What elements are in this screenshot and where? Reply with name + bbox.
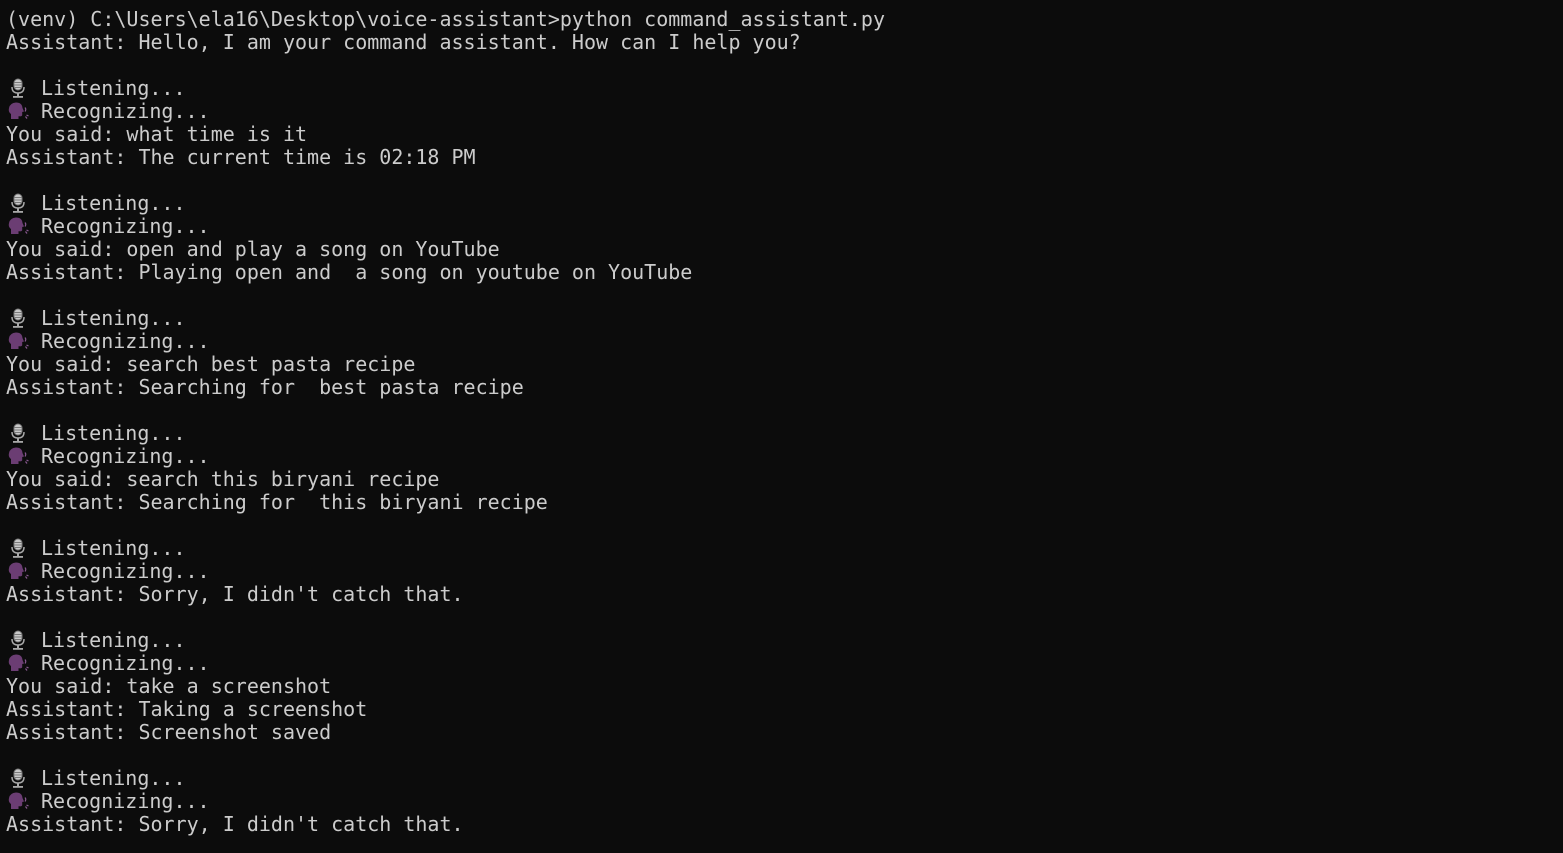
line-text: Assistant: Playing open and a song on yo…: [6, 260, 693, 284]
line-text: (venv) C:\Users\ela16\Desktop\voice-assi…: [6, 7, 885, 31]
status-line: Recognizing...: [6, 445, 1563, 468]
line-text: Recognizing...: [41, 99, 210, 123]
line-text: Listening...: [41, 191, 186, 215]
output-line: (venv) C:\Users\ela16\Desktop\voice-assi…: [6, 8, 1563, 31]
speaking-head-icon: [6, 446, 30, 466]
line-text: Assistant: Hello, I am your command assi…: [6, 30, 801, 54]
output-line: Assistant: Searching for this biryani re…: [6, 491, 1563, 514]
line-text: Recognizing...: [41, 651, 210, 675]
output-line: Assistant: The current time is 02:18 PM: [6, 146, 1563, 169]
output-line: Assistant: Sorry, I didn't catch that.: [6, 583, 1563, 606]
line-text: Recognizing...: [41, 214, 210, 238]
status-line: Recognizing...: [6, 560, 1563, 583]
output-line: Assistant: Hello, I am your command assi…: [6, 31, 1563, 54]
line-text: Listening...: [41, 76, 186, 100]
status-line: Listening...: [6, 629, 1563, 652]
line-text: Listening...: [41, 628, 186, 652]
output-line: Assistant: Searching for best pasta reci…: [6, 376, 1563, 399]
status-line: Recognizing...: [6, 330, 1563, 353]
status-line: Listening...: [6, 77, 1563, 100]
speaking-head-icon: [6, 791, 30, 811]
output-line: You said: take a screenshot: [6, 675, 1563, 698]
status-line: Listening...: [6, 307, 1563, 330]
line-text: Listening...: [41, 421, 186, 445]
speaking-head-icon: [6, 331, 30, 351]
output-line: Assistant: Sorry, I didn't catch that.: [6, 813, 1563, 836]
line-text: You said: what time is it: [6, 122, 308, 146]
output-line: You said: open and play a song on YouTub…: [6, 238, 1563, 261]
line-text: Assistant: Searching for this biryani re…: [6, 490, 548, 514]
microphone-icon: [6, 193, 30, 213]
line-text: Recognizing...: [41, 559, 210, 583]
microphone-icon: [6, 538, 30, 558]
output-line: Assistant: Screenshot saved: [6, 721, 1563, 744]
line-text: Recognizing...: [41, 329, 210, 353]
status-line: Listening...: [6, 537, 1563, 560]
speaking-head-icon: [6, 216, 30, 236]
line-text: Assistant: Taking a screenshot: [6, 697, 368, 721]
line-text: Assistant: Sorry, I didn't catch that.: [6, 812, 464, 836]
status-line: Recognizing...: [6, 790, 1563, 813]
line-text: Recognizing...: [41, 789, 210, 813]
status-line: Listening...: [6, 767, 1563, 790]
line-text: You said: search best pasta recipe: [6, 352, 416, 376]
status-line: Listening...: [6, 422, 1563, 445]
output-line: Assistant: Taking a screenshot: [6, 698, 1563, 721]
line-text: Assistant: Screenshot saved: [6, 720, 332, 744]
microphone-icon: [6, 78, 30, 98]
status-line: Recognizing...: [6, 215, 1563, 238]
output-line: You said: search best pasta recipe: [6, 353, 1563, 376]
output-line: You said: search this biryani recipe: [6, 468, 1563, 491]
line-text: Assistant: Searching for best pasta reci…: [6, 375, 524, 399]
line-text: Assistant: The current time is 02:18 PM: [6, 145, 476, 169]
microphone-icon: [6, 768, 30, 788]
microphone-icon: [6, 308, 30, 328]
status-line: Listening...: [6, 192, 1563, 215]
speaking-head-icon: [6, 653, 30, 673]
microphone-icon: [6, 423, 30, 443]
line-text: Listening...: [41, 306, 186, 330]
microphone-icon: [6, 630, 30, 650]
terminal-window[interactable]: (venv) C:\Users\ela16\Desktop\voice-assi…: [0, 0, 1563, 853]
line-text: Recognizing...: [41, 444, 210, 468]
line-text: Assistant: Sorry, I didn't catch that.: [6, 582, 464, 606]
line-text: Listening...: [41, 766, 186, 790]
status-line: Recognizing...: [6, 100, 1563, 123]
status-line: Recognizing...: [6, 652, 1563, 675]
speaking-head-icon: [6, 101, 30, 121]
line-text: You said: search this biryani recipe: [6, 467, 440, 491]
output-line: You said: what time is it: [6, 123, 1563, 146]
line-text: You said: take a screenshot: [6, 674, 332, 698]
line-text: Listening...: [41, 536, 186, 560]
speaking-head-icon: [6, 561, 30, 581]
line-text: You said: open and play a song on YouTub…: [6, 237, 500, 261]
output-line: Assistant: Playing open and a song on yo…: [6, 261, 1563, 284]
